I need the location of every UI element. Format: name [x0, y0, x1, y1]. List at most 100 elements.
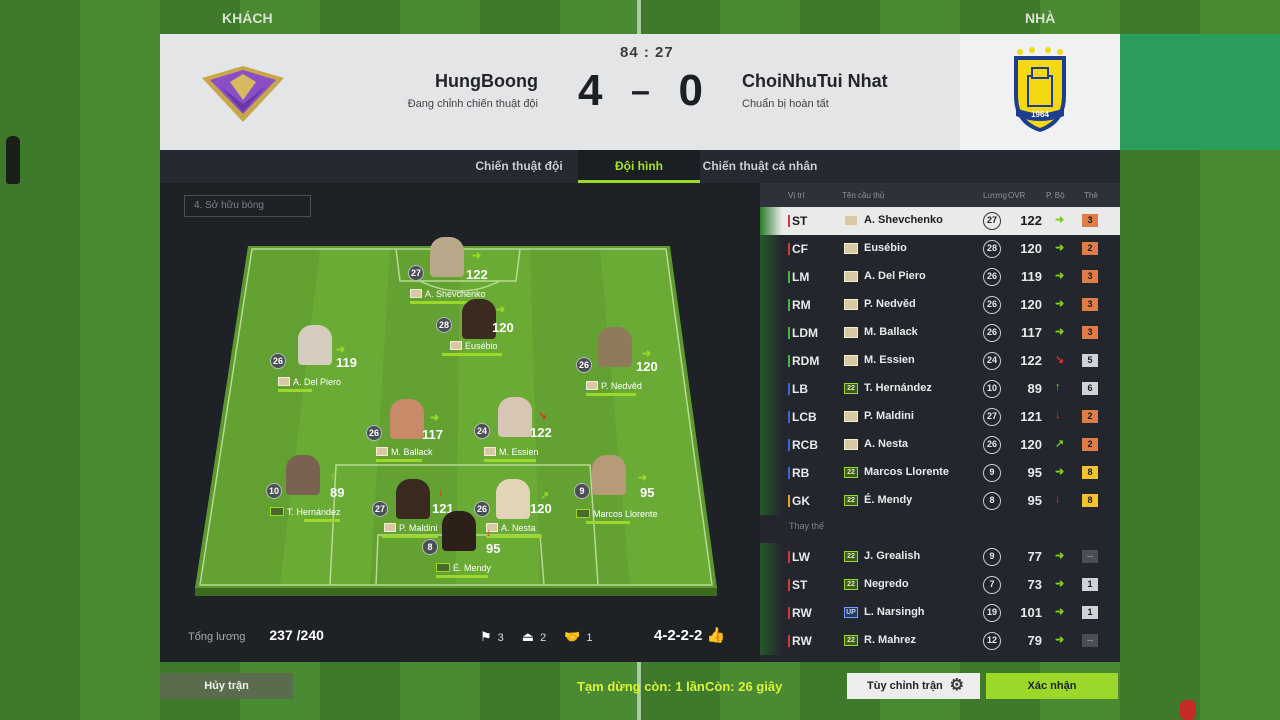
formation-label[interactable]: 4-2-2-2 👍: [654, 626, 725, 644]
row-position: LW: [788, 550, 810, 564]
season-badge-icon: [844, 243, 858, 254]
player-portrait: [598, 327, 632, 367]
field-player-gk[interactable]: 8 ↓ 95 É. Mendy: [416, 505, 536, 585]
subs-label: Thay thế: [789, 521, 825, 531]
salary-label: Tổng lương: [188, 631, 246, 643]
row-ovr: 122: [1020, 213, 1042, 228]
row-card-badge: --: [1082, 634, 1098, 647]
row-card-badge: 2: [1082, 438, 1098, 451]
row-level-badge: 10: [983, 380, 1001, 398]
table-row[interactable]: LCB P. Maldini 27 121 ↓ 2: [760, 403, 1120, 431]
row-level-badge: 26: [983, 436, 1001, 454]
row-position: ST: [788, 578, 807, 592]
row-player-name: M. Essien: [864, 354, 915, 366]
table-row[interactable]: LW 22 J. Grealish 9 77 ➜ --: [760, 543, 1120, 571]
away-team-name: HungBoong: [435, 71, 538, 91]
row-card-badge: 6: [1082, 382, 1098, 395]
away-team-status: Đang chỉnh chiến thuật đội: [407, 98, 538, 110]
player-ovr: 122: [466, 267, 488, 282]
form-arrow-icon: ↑: [330, 471, 336, 483]
tab-individual-tactics[interactable]: Chiến thuật cá nhân: [700, 150, 820, 183]
background-player: [6, 136, 20, 184]
row-accent: [760, 291, 782, 319]
row-card-badge: 5: [1082, 354, 1098, 367]
player-name-label: M. Essien: [484, 447, 539, 457]
player-level-badge: 24: [474, 423, 490, 439]
row-ovr: 120: [1020, 297, 1042, 312]
row-card-badge: 3: [1082, 298, 1098, 311]
row-ovr: 77: [1027, 549, 1042, 564]
player-level-badge: 9: [574, 483, 590, 499]
row-position: CF: [788, 242, 808, 256]
table-row[interactable]: ST A. Shevchenko 27 122 ➜ 3: [760, 207, 1120, 235]
field-player-lm[interactable]: 26 ➜ 119 A. Del Piero: [270, 323, 390, 403]
col-card: Thẻ: [1084, 191, 1098, 200]
row-ovr: 117: [1021, 325, 1042, 340]
season-badge-icon: 22: [844, 467, 858, 478]
quit-match-button[interactable]: Hủy trận: [160, 673, 293, 699]
match-settings-button[interactable]: Tùy chỉnh trận ⚙: [847, 673, 980, 699]
row-player-name: P. Nedvěd: [864, 298, 916, 310]
row-accent: [760, 319, 782, 347]
player-ovr: 89: [330, 485, 345, 500]
table-row[interactable]: LM A. Del Piero 26 119 ➜ 3: [760, 263, 1120, 291]
row-form-arrow-icon: ➜: [1055, 326, 1065, 338]
field-player-rm[interactable]: 26 ➜ 120 P. Nedvěd: [576, 327, 696, 407]
row-player-name: A. Nesta: [864, 438, 909, 450]
table-row[interactable]: ST 22 Negredo 7 73 ➜ 1: [760, 571, 1120, 599]
row-card-badge: 3: [1082, 326, 1098, 339]
table-row[interactable]: RDM M. Essien 24 122 ↘ 5: [760, 347, 1120, 375]
row-ovr: 120: [1020, 241, 1042, 256]
stat-upgrade: ⏏ 2: [521, 629, 547, 644]
field-player-lb[interactable]: 10 ↑ 89 T. Hernández: [264, 455, 384, 535]
player-level-badge: 27: [408, 265, 424, 281]
home-crest-panel: 1964: [960, 34, 1120, 150]
table-row[interactable]: RW UP L. Narsingh 19 101 ➜ 1: [760, 599, 1120, 627]
row-accent: [760, 375, 782, 403]
table-row[interactable]: LB 22 T. Hernández 10 89 ↑ 6: [760, 375, 1120, 403]
table-row[interactable]: RW 22 R. Mahrez 12 79 ➜ --: [760, 627, 1120, 655]
season-badge-icon: [844, 327, 858, 338]
row-card-badge: 3: [1082, 214, 1098, 227]
away-score: 4: [578, 66, 603, 115]
table-row[interactable]: LDM M. Ballack 26 117 ➜ 3: [760, 319, 1120, 347]
player-ovr: 120: [636, 359, 658, 374]
row-accent: [760, 627, 782, 655]
tab-lineup[interactable]: Đội hình: [578, 150, 700, 183]
form-arrow-icon: ➜: [638, 472, 648, 484]
row-player-name: P. Maldini: [864, 410, 914, 422]
season-badge-icon: 22: [844, 635, 858, 646]
tab-team-tactics[interactable]: Chiến thuật đội: [460, 150, 578, 183]
home-team-status: Chuẩn bị hoàn tất: [742, 98, 829, 110]
table-row[interactable]: CF Eusébio 28 120 ➜ 2: [760, 235, 1120, 263]
season-badge-icon: [844, 411, 858, 422]
match-settings-label: Tùy chỉnh trận: [867, 680, 943, 692]
field-player-cf[interactable]: 28 ➜ 120 Eusébio: [430, 295, 550, 375]
table-row[interactable]: RCB A. Nesta 26 120 ↗ 2: [760, 431, 1120, 459]
col-position: Vị trí: [788, 191, 805, 200]
table-row[interactable]: GK 22 É. Mendy 8 95 ↓ 8: [760, 487, 1120, 515]
row-form-arrow-icon: ↘: [1055, 354, 1065, 366]
home-team-crest-icon: 1964: [1014, 47, 1066, 132]
col-name: Tên cầu thủ: [842, 191, 885, 200]
gear-icon: ⚙: [949, 677, 964, 694]
season-badge-icon: [844, 299, 858, 310]
row-player-name: R. Mahrez: [864, 634, 916, 646]
time-remaining: Còn: 26 giây: [705, 679, 783, 694]
row-ovr: 95: [1027, 465, 1042, 480]
player-portrait: [442, 511, 476, 551]
row-form-arrow-icon: ➜: [1055, 634, 1065, 646]
pause-remaining: Tạm dừng còn: 1 lần: [577, 679, 705, 694]
player-ovr: 117: [422, 427, 443, 442]
player-stamina-bar: [484, 459, 536, 462]
confirm-button[interactable]: Xác nhận: [986, 673, 1118, 699]
table-row[interactable]: RB 22 Marcos Llorente 9 95 ➜ 8: [760, 459, 1120, 487]
table-row[interactable]: RM P. Nedvěd 26 120 ➜ 3: [760, 291, 1120, 319]
col-ovr: OVR: [1008, 191, 1026, 200]
thumbs-up-icon: 👍: [706, 627, 726, 644]
row-form-arrow-icon: ↓: [1055, 493, 1061, 505]
field-player-rb[interactable]: 9 ➜ 95 Marcos Llorente: [572, 455, 692, 535]
season-badge-icon: [844, 271, 858, 282]
player-ovr: 119: [336, 355, 357, 370]
player-stamina-bar: [442, 353, 502, 356]
